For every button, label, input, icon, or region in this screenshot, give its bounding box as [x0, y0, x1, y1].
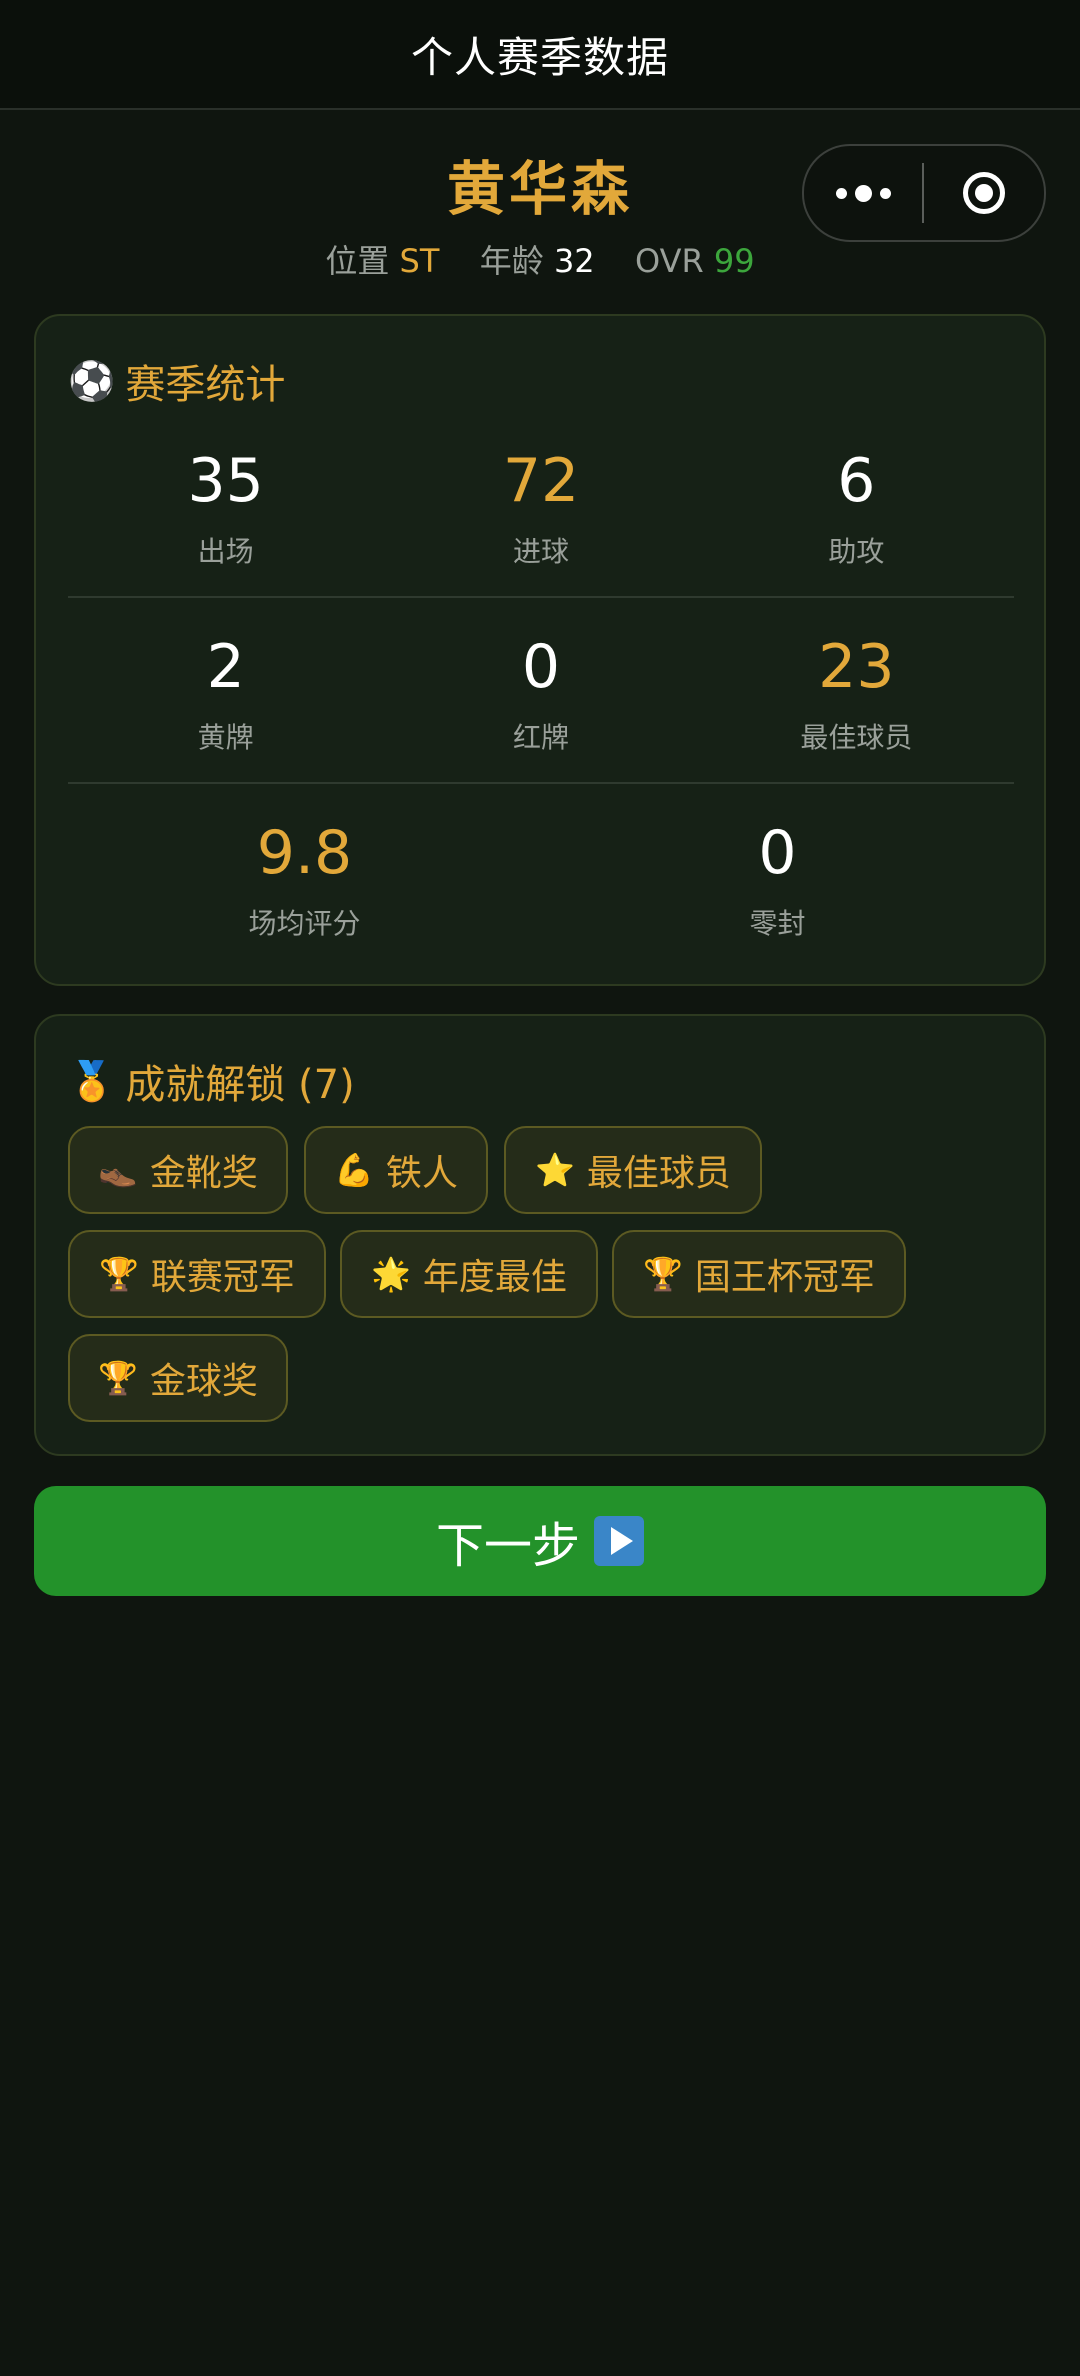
- stat-label: 零封: [749, 907, 806, 940]
- stat-label: 进球: [512, 535, 569, 568]
- achievement-label: 国王杯冠军: [694, 1257, 875, 1298]
- achievement-label: 年度最佳: [422, 1257, 567, 1298]
- stat-label: 黄牌: [197, 721, 254, 754]
- stat-mvp: 23 最佳球员: [699, 632, 1014, 756]
- stat-value: 35: [187, 446, 264, 516]
- stat-goals: 72 进球: [383, 446, 698, 570]
- glowing-star-icon: 🌟: [371, 1255, 411, 1293]
- stat-value: 0: [758, 818, 797, 888]
- achievements-title: 🏅 成就解锁 (7): [68, 1052, 355, 1110]
- player-meta: 位置 ST 年龄 32 OVR 99: [0, 236, 1080, 282]
- stat-value: 2: [206, 632, 245, 702]
- achievement-label: 铁人: [385, 1153, 458, 1194]
- stat-avg-rating: 9.8 场均评分: [68, 818, 541, 942]
- page-title: 个人赛季数据: [410, 32, 669, 82]
- achievement-badge-best-player[interactable]: ⭐ 最佳球员: [504, 1126, 762, 1214]
- stat-row-2: 2 黄牌 0 红牌 23 最佳球员: [68, 632, 1014, 756]
- stat-row-3: 9.8 场均评分 0 零封: [68, 818, 1014, 942]
- star-icon: ⭐: [535, 1151, 575, 1189]
- achievement-badge-ballon-dor[interactable]: 🏆 金球奖: [68, 1334, 288, 1422]
- achievement-badge-kings-cup[interactable]: 🏆 国王杯冠军: [612, 1230, 906, 1318]
- play-button-icon: [594, 1516, 644, 1566]
- stat-label: 最佳球员: [800, 721, 913, 754]
- stat-row-1: 35 出场 72 进球 6 助攻: [68, 446, 1014, 570]
- next-step-button[interactable]: 下一步: [34, 1486, 1046, 1596]
- achievements-card: 🏅 成就解锁 (7) 👞 金靴奖 💪 铁人 ⭐ 最佳球员 🏆 联赛冠军 🌟 年度…: [34, 1014, 1046, 1456]
- trophy-icon: 🏆: [99, 1255, 139, 1293]
- medal-icon: 🏅: [68, 1059, 116, 1103]
- stat-label: 助攻: [828, 535, 885, 568]
- trophy-icon: 🏆: [643, 1255, 683, 1293]
- stats-divider: [68, 782, 1014, 784]
- achievement-badge-ironman[interactable]: 💪 铁人: [304, 1126, 488, 1214]
- soccer-ball-icon: ⚽: [68, 359, 116, 403]
- position-value: ST: [399, 242, 440, 280]
- stat-value: 9.8: [256, 818, 353, 888]
- stat-appearances: 35 出场: [68, 446, 383, 570]
- stats-divider: [68, 596, 1014, 598]
- stat-value: 0: [521, 632, 561, 702]
- stat-value: 6: [837, 446, 876, 516]
- achievements-title-text: 成就解锁 (7): [125, 1062, 355, 1108]
- achievement-badge-golden-boot[interactable]: 👞 金靴奖: [68, 1126, 288, 1214]
- next-step-label: 下一步: [435, 1518, 580, 1574]
- season-stats-title: ⚽ 赛季统计: [68, 352, 285, 410]
- achievement-label: 最佳球员: [586, 1153, 731, 1194]
- flexed-biceps-icon: 💪: [334, 1151, 374, 1189]
- age-value: 32: [553, 242, 595, 280]
- achievement-label: 金球奖: [149, 1361, 258, 1402]
- achievement-badge-player-of-year[interactable]: 🌟 年度最佳: [340, 1230, 598, 1318]
- stat-label: 出场: [197, 535, 254, 568]
- ovr-value: 99: [713, 242, 755, 280]
- stat-red-cards: 0 红牌: [383, 632, 698, 756]
- stat-value: 72: [502, 446, 580, 516]
- stat-yellow-cards: 2 黄牌: [68, 632, 383, 756]
- nav-bar: 个人赛季数据: [0, 0, 1080, 110]
- stat-value: 23: [818, 632, 895, 702]
- player-name: 黄华森: [446, 155, 633, 223]
- stat-clean-sheets: 0 零封: [541, 818, 1014, 942]
- stat-label: 红牌: [512, 721, 569, 754]
- ovr-label: OVR: [635, 242, 704, 280]
- trophy-icon: 🏆: [98, 1359, 138, 1397]
- achievement-badge-league-champion[interactable]: 🏆 联赛冠军: [68, 1230, 326, 1318]
- age-label: 年龄: [479, 242, 544, 280]
- season-stats-card: ⚽ 赛季统计 35 出场 72 进球 6 助攻 2 黄牌 0 红牌 23 最佳球…: [34, 314, 1046, 986]
- stat-assists: 6 助攻: [699, 446, 1014, 570]
- season-stats-title-text: 赛季统计: [125, 362, 286, 408]
- boot-icon: 👞: [98, 1151, 138, 1189]
- achievement-label: 联赛冠军: [150, 1257, 295, 1298]
- position-label: 位置: [325, 242, 390, 280]
- achievement-label: 金靴奖: [149, 1153, 258, 1194]
- stat-label: 场均评分: [248, 907, 361, 940]
